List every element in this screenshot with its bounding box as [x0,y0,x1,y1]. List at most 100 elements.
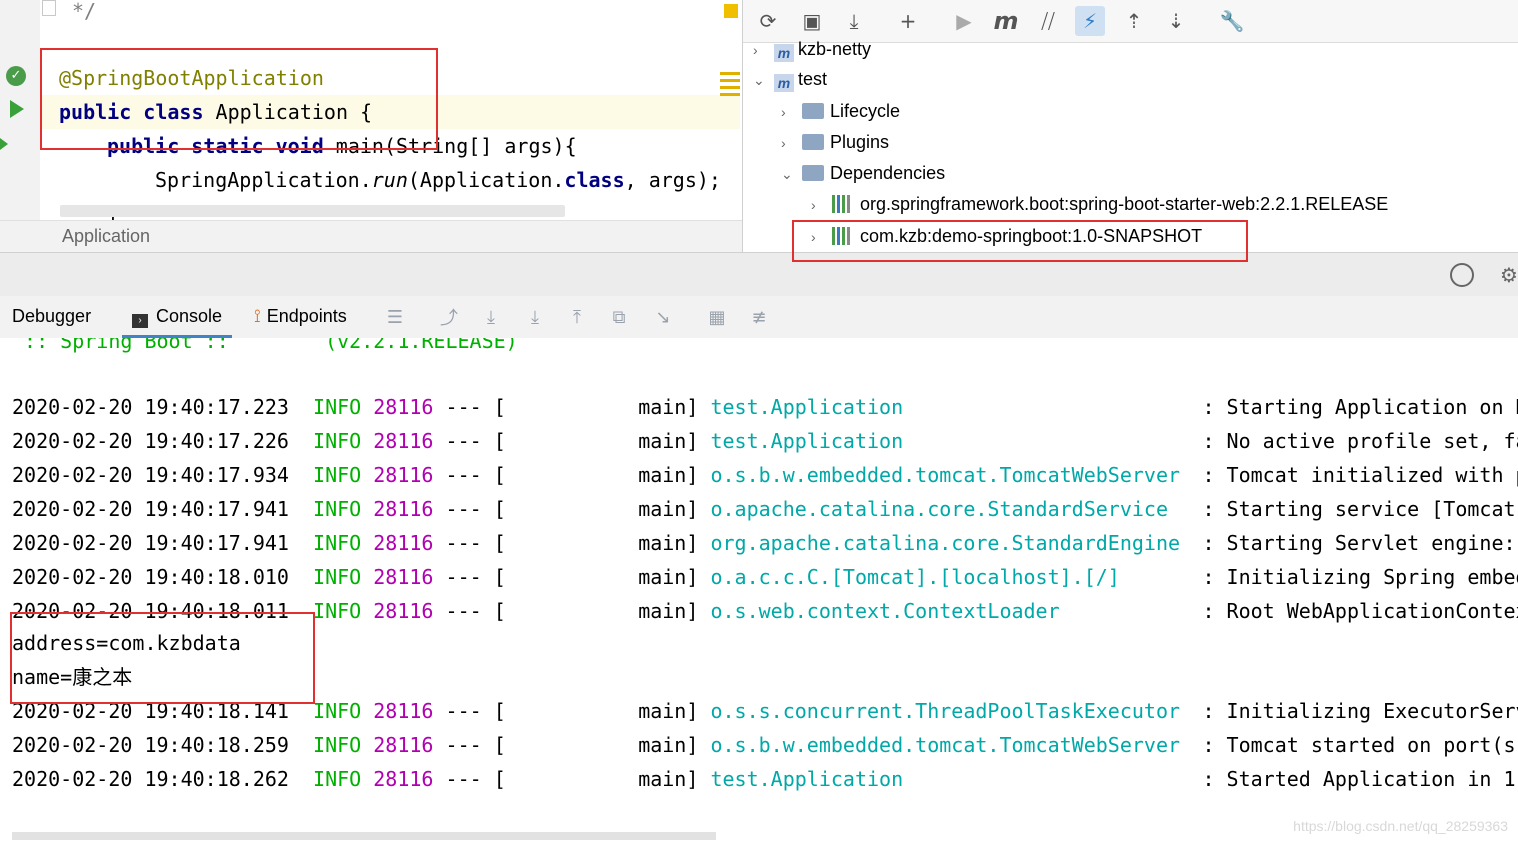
log-pid: 28116 [373,733,434,757]
tree-item-test[interactable]: ⌄ m test [753,64,827,94]
drop-frame-icon[interactable]: ⧉ [606,304,632,330]
run-to-cursor-icon[interactable]: ↘ [650,304,676,330]
maven-m-icon[interactable]: m [991,6,1021,36]
log-pid: 28116 [373,565,434,589]
log-logger[interactable]: o.s.b.w.embedded.tomcat.TomcatWebServer [710,728,1202,762]
log-line: 2020-02-20 19:40:18.010 INFO 28116 --- [… [12,560,1518,594]
settings-wrench-icon[interactable]: 🔧 [1217,6,1247,36]
tree-item-plugins[interactable]: › Plugins [781,127,889,157]
show-execution-point-icon[interactable]: ⤴ [436,304,462,330]
log-line: 2020-02-20 19:40:17.934 INFO 28116 --- [… [12,458,1518,492]
log-logger[interactable]: org.apache.catalina.core.StandardEngine [710,526,1202,560]
log-timestamp: 2020-02-20 19:40:18.262 [12,767,289,791]
log-logger[interactable]: o.apache.catalina.core.StandardService [710,492,1202,526]
log-logger[interactable]: o.s.s.concurrent.ThreadPoolTaskExecutor [710,694,1202,728]
lifecycle-folder-icon [802,103,825,119]
log-line: 2020-02-20 19:40:18.259 INFO 28116 --- [… [12,728,1518,762]
chevron-down-icon: ⌄ [753,72,765,88]
fold-marker-icon[interactable] [42,0,56,16]
log-line: 2020-02-20 19:40:17.223 INFO 28116 --- [… [12,390,1518,424]
debug-window-header: ⚙ [0,252,1518,297]
gear-icon[interactable]: ⚙ [1500,263,1518,287]
stripe-marks-icon[interactable] [720,72,740,98]
step-into-icon[interactable]: ⤓ [522,304,548,330]
horizontal-scrollbar[interactable] [12,832,716,840]
log-timestamp: 2020-02-20 19:40:17.223 [12,395,289,419]
chevron-right-icon: › [781,135,786,151]
log-line: 2020-02-20 19:40:18.011 INFO 28116 --- [… [12,594,1518,628]
code-editor[interactable]: ✓ */ @SpringBootApplication public class… [0,0,742,220]
log-message: : Starting service [Tomcat] [1202,497,1518,521]
log-level: INFO [313,699,362,723]
maven-module-icon: m [774,74,795,92]
skip-tests-icon[interactable]: ⧸⧸ [1033,6,1063,36]
run-call-line: SpringApplication.run(Application.class,… [155,168,721,192]
library-icon [832,227,855,245]
horizontal-scrollbar[interactable] [60,205,565,217]
run-gutter-icon[interactable] [10,100,24,118]
log-logger[interactable]: test.Application [710,762,1202,796]
warning-marker-icon[interactable] [724,4,738,18]
tree-item-dependency[interactable]: › com.kzb:demo-springboot:1.0-SNAPSHOT [811,221,1202,251]
tree-item-dependencies[interactable]: ⌄ Dependencies [781,158,945,188]
log-level: INFO [313,395,362,419]
maven-module-icon: m [774,44,795,62]
offline-icon[interactable]: ⚡ [1075,6,1105,36]
log-logger[interactable]: o.a.c.c.C.[Tomcat].[localhost].[/] [710,560,1202,594]
log-level: INFO [313,463,362,487]
class-declaration-line: public class Application { [59,100,373,124]
log-logger[interactable]: o.s.web.context.ContextLoader [710,594,1202,628]
console-banner: :: Spring Boot :: (v2.2.1.RELEASE) [12,338,518,353]
run-gutter-icon[interactable] [0,138,8,150]
log-line: 2020-02-20 19:40:17.941 INFO 28116 --- [… [12,492,1518,526]
log-timestamp: 2020-02-20 19:40:17.941 [12,531,289,555]
log-thread: --- [ main] [445,565,699,589]
tab-endpoints[interactable]: ⟟ Endpoints [254,296,347,338]
tab-console[interactable]: › Console [122,296,233,338]
step-over-icon[interactable]: ⤓ [478,304,504,330]
log-message: : Tomcat initialized with p [1202,463,1518,487]
log-level: INFO [313,531,362,555]
log-timestamp: 2020-02-20 19:40:18.141 [12,699,289,723]
endpoints-icon: ⟟ [254,306,261,326]
crosshair-icon[interactable] [1450,263,1474,287]
refresh-icon[interactable]: ⟳ [753,6,783,36]
log-logger[interactable]: test.Application [710,424,1202,458]
debug-tabs-bar: Debugger › Console ⟟ Endpoints ☰ ⤴ ⤓ ⤓ ⤒ ⧉… [0,296,1518,339]
log-level: INFO [313,497,362,521]
download-icon[interactable]: ⤓ [839,6,869,36]
run-icon[interactable]: ▶ [949,6,979,36]
log-pid: 28116 [373,767,434,791]
log-logger[interactable]: test.Application [710,390,1202,424]
console-icon: › [132,314,148,328]
log-level: INFO [313,599,362,623]
run-gutter-icon[interactable]: ✓ [6,66,26,86]
log-message: : Starting Application on H [1202,395,1518,419]
log-message: : Initializing Spring embed [1202,565,1518,589]
collapse-icon[interactable]: ⇣ [1161,6,1191,36]
plugins-folder-icon [802,134,825,150]
log-level: INFO [313,429,362,453]
annotation-line: @SpringBootApplication [59,66,324,90]
log-message: : Tomcat started on port(s) [1202,733,1518,757]
menu-lines-icon[interactable]: ☰ [382,304,408,330]
log-logger[interactable]: o.s.b.w.embedded.tomcat.TomcatWebServer [710,458,1202,492]
log-line: 2020-02-20 19:40:18.262 INFO 28116 --- [… [12,762,1518,796]
breadcrumb-class[interactable]: Application [62,226,150,247]
add-icon[interactable]: + [893,6,923,36]
tree-item-lifecycle[interactable]: › Lifecycle [781,96,900,126]
tab-debugger[interactable]: Debugger [12,296,91,338]
reimport-icon[interactable]: ▣ [797,6,827,36]
console-line: address=com.kzbdata [12,631,241,655]
console-output[interactable]: :: Spring Boot :: (v2.2.1.RELEASE) 2020-… [0,338,1518,842]
log-thread: --- [ main] [445,395,699,419]
chevron-right-icon: › [753,42,758,58]
log-message: : Root WebApplicationContex [1202,599,1518,623]
library-icon [832,195,855,213]
tree-item-dependency[interactable]: › org.springframework.boot:spring-boot-s… [811,189,1388,219]
step-out-icon[interactable]: ⤒ [564,304,590,330]
tree-item-kzb-netty[interactable]: › m kzb-netty [753,34,871,64]
trace-icon[interactable]: ≢ [746,304,772,330]
evaluate-icon[interactable]: ▦ [704,304,730,330]
expand-icon[interactable]: ⇡ [1119,6,1149,36]
